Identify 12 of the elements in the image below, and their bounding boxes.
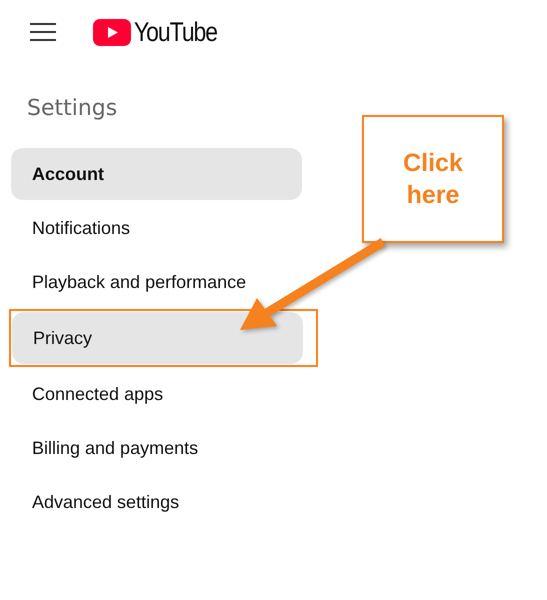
page-title: Settings: [27, 96, 118, 121]
logo-text: YouTube: [134, 16, 218, 48]
menu-icon[interactable]: [30, 23, 56, 41]
play-logo-icon: [93, 18, 131, 46]
settings-menu-item[interactable]: Account: [11, 148, 302, 200]
callout-text: Click here: [402, 148, 464, 211]
settings-menu-item[interactable]: Privacy: [12, 312, 303, 364]
settings-menu-item[interactable]: Billing and payments: [11, 422, 302, 474]
settings-menu-item[interactable]: Playback and performance: [11, 256, 302, 308]
settings-menu-item[interactable]: Advanced settings: [11, 476, 302, 528]
settings-menu-item[interactable]: Connected apps: [11, 368, 302, 420]
settings-menu-item[interactable]: Notifications: [11, 202, 302, 254]
